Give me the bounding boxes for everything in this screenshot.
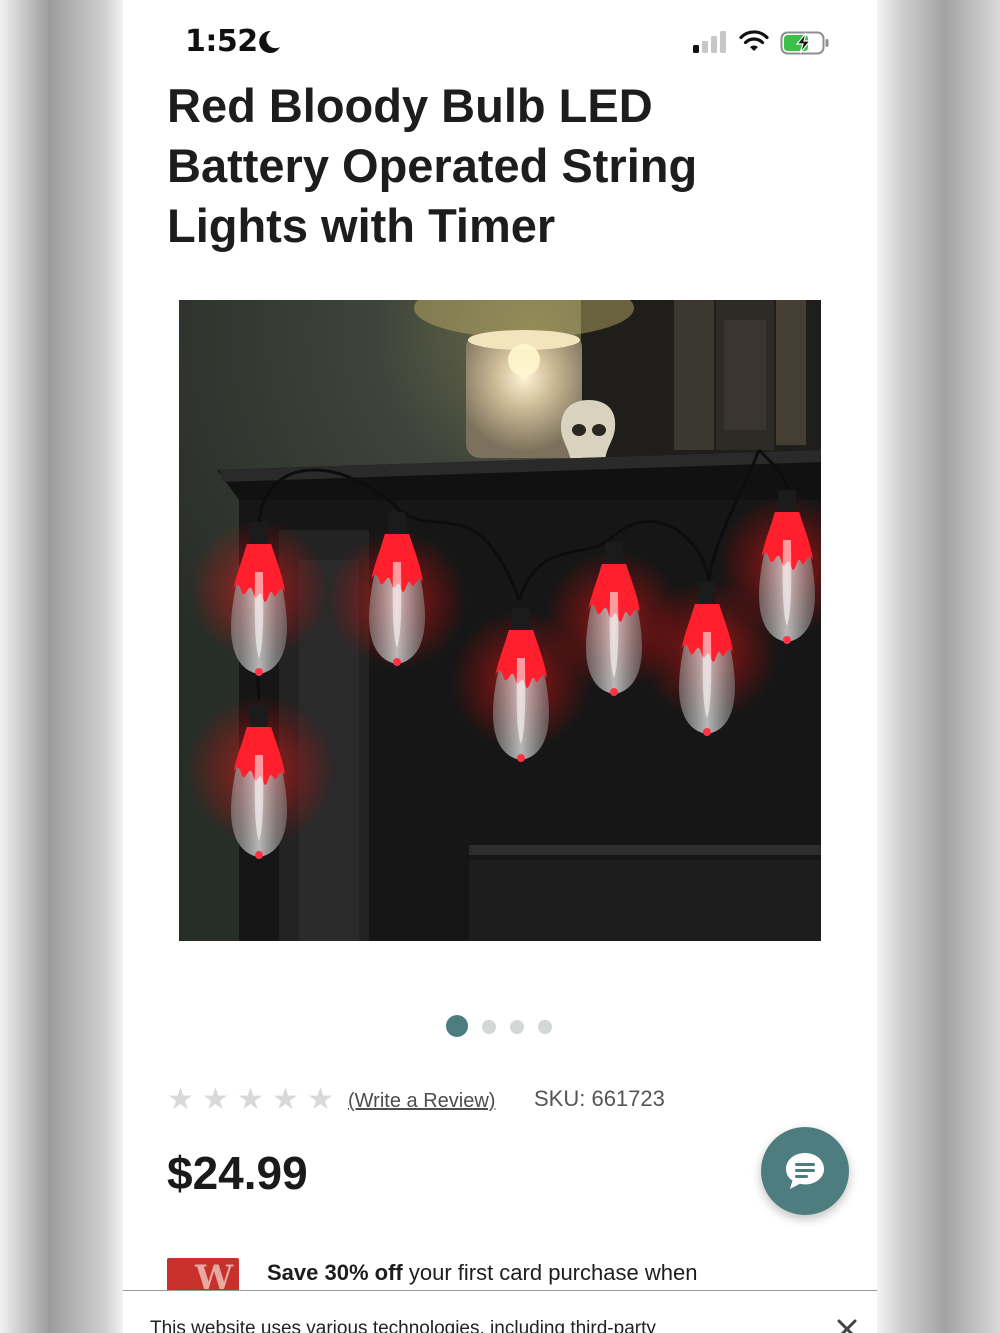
star-icon: ★ bbox=[272, 1082, 299, 1117]
status-bar: 1:52 bbox=[123, 0, 877, 80]
sku-label: SKU: 661723 bbox=[534, 1086, 665, 1111]
carousel-dot-1[interactable] bbox=[446, 1015, 468, 1037]
wifi-icon bbox=[739, 30, 769, 51]
promo-rest-text: your first card purchase when bbox=[402, 1260, 698, 1285]
background-left bbox=[0, 0, 123, 1333]
cookie-text: This website uses various technologies, … bbox=[150, 1318, 656, 1333]
cookie-banner: This website uses various technologies, … bbox=[123, 1290, 877, 1333]
carousel-dots bbox=[446, 1015, 566, 1037]
write-review-link[interactable]: (Write a Review) bbox=[348, 1090, 495, 1113]
promo-bold-text: Save 30% off bbox=[267, 1260, 403, 1285]
product-photo bbox=[179, 300, 821, 941]
star-icon: ★ bbox=[237, 1082, 264, 1117]
status-time: 1:52 bbox=[185, 24, 258, 59]
promo-text: Save 30% off your first card purchase wh… bbox=[267, 1260, 697, 1286]
carousel-dot-2[interactable] bbox=[482, 1020, 496, 1034]
star-icon: ★ bbox=[167, 1082, 194, 1117]
star-icon: ★ bbox=[307, 1082, 334, 1117]
carousel-dot-3[interactable] bbox=[510, 1020, 524, 1034]
product-title: Red Bloody Bulb LED Battery Operated Str… bbox=[167, 79, 698, 252]
battery-charging-icon bbox=[780, 31, 829, 55]
background-right bbox=[877, 0, 1000, 1333]
close-icon[interactable] bbox=[835, 1317, 859, 1333]
chat-bubble-icon bbox=[786, 1153, 824, 1189]
rating-row: ★ ★ ★ ★ ★ (Write a Review) SKU: 661723 bbox=[167, 1082, 727, 1122]
product-price: $24.99 bbox=[167, 1147, 308, 1199]
phone-screen: 1:52 Red Bloody Bulb LED Battery Operate… bbox=[123, 0, 877, 1333]
carousel-dot-4[interactable] bbox=[538, 1020, 552, 1034]
product-image[interactable] bbox=[179, 300, 821, 941]
chat-button[interactable] bbox=[761, 1127, 849, 1215]
star-icon: ★ bbox=[202, 1082, 229, 1117]
moon-icon bbox=[259, 30, 280, 53]
cellular-signal-icon bbox=[693, 31, 726, 53]
